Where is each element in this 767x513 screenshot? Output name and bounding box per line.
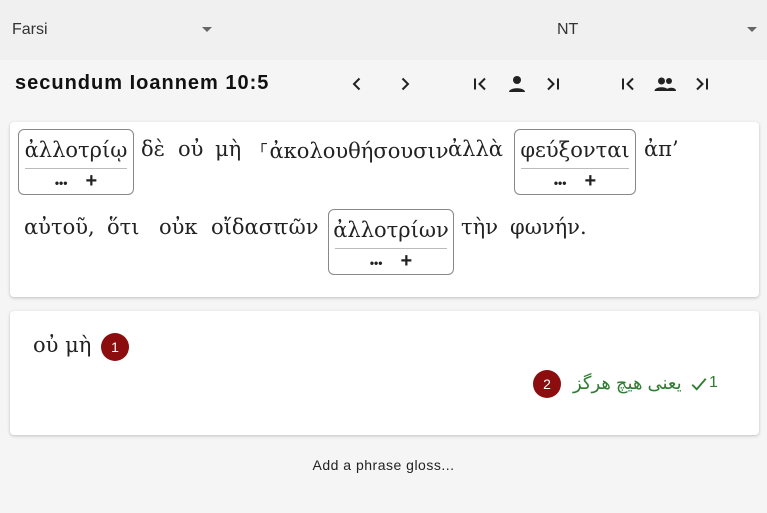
last-page-icon xyxy=(696,77,708,91)
first-page-icon xyxy=(622,77,634,91)
gloss-badge: 2 xyxy=(533,370,561,398)
check-icon xyxy=(691,378,707,391)
chevron-down-icon xyxy=(747,27,757,32)
word-box[interactable]: ἀλλοτρίων ••• + xyxy=(328,209,454,275)
last-page-icon xyxy=(547,77,559,91)
divider xyxy=(521,168,629,169)
word[interactable]: οὐ xyxy=(178,137,203,161)
word[interactable]: τῶν xyxy=(277,215,319,239)
language-select[interactable]: Farsi xyxy=(12,0,218,60)
divider xyxy=(25,168,127,169)
word[interactable]: τὴν xyxy=(461,215,498,239)
add-gloss-button[interactable]: + xyxy=(85,170,97,196)
single-user-button[interactable] xyxy=(505,72,529,96)
first-group-button[interactable] xyxy=(617,72,641,96)
next-verse-button[interactable] xyxy=(393,72,417,96)
person-icon xyxy=(509,76,525,92)
last-single-button[interactable] xyxy=(540,72,564,96)
language-select-value: Farsi xyxy=(12,21,48,38)
word-text: ἀλλοτρίῳ xyxy=(24,138,128,162)
word[interactable]: οἴδασι xyxy=(211,215,281,239)
divider xyxy=(335,248,447,249)
more-options-button[interactable]: ••• xyxy=(554,170,567,196)
word[interactable]: οὐκ xyxy=(159,215,198,239)
more-options-button[interactable]: ••• xyxy=(55,170,68,196)
navigation-row: secundum Ioannem 10:5 xyxy=(0,60,767,108)
chevron-down-icon xyxy=(202,27,212,32)
gloss-text[interactable]: یعنی هیچ هرگز xyxy=(573,373,682,394)
top-bar: Farsi NT xyxy=(0,0,767,60)
phrase-badge: 1 xyxy=(101,333,129,361)
corpus-select-value: NT xyxy=(557,21,579,38)
word-text: φεύξονται xyxy=(520,138,630,162)
word-box[interactable]: φεύξονται ••• + xyxy=(514,129,636,195)
first-single-button[interactable] xyxy=(469,72,493,96)
add-gloss-button[interactable]: + xyxy=(584,170,596,196)
word[interactable]: ⸀ἀκολουθήσουσιν xyxy=(259,137,448,165)
verse-reference: secundum Ioannem 10:5 xyxy=(15,72,270,94)
word[interactable]: ἀπ’ xyxy=(644,137,679,161)
gloss-vote-count: 1 xyxy=(709,374,718,391)
phrase-text[interactable]: οὐ μὴ xyxy=(33,333,91,357)
previous-verse-button[interactable] xyxy=(345,72,369,96)
word[interactable]: φωνήν. xyxy=(510,215,587,239)
add-phrase-gloss-link[interactable]: Add a phrase gloss... xyxy=(0,457,767,473)
corpus-select[interactable]: NT xyxy=(557,0,757,60)
last-group-button[interactable] xyxy=(689,72,713,96)
verse-card: ἀλλοτρίῳ ••• + δὲ οὐ μὴ ⸀ἀκολουθήσουσιν … xyxy=(10,122,759,297)
word[interactable]: ἀλλὰ xyxy=(448,137,503,161)
word-text: ἀλλοτρίων xyxy=(333,218,449,242)
more-options-button[interactable]: ••• xyxy=(370,250,383,276)
chevron-right-icon xyxy=(401,77,410,91)
chevron-left-icon xyxy=(352,77,361,91)
group-users-button[interactable] xyxy=(653,72,677,96)
word[interactable]: ὅτι xyxy=(107,215,140,239)
word[interactable]: μὴ xyxy=(215,137,241,161)
word-box[interactable]: ἀλλοτρίῳ ••• + xyxy=(18,129,134,195)
people-icon xyxy=(654,77,676,91)
phrase-gloss-card: οὐ μὴ 1 2 یعنی هیچ هرگز 1 xyxy=(10,311,759,435)
add-gloss-button[interactable]: + xyxy=(400,250,412,276)
first-page-icon xyxy=(474,77,486,91)
word[interactable]: αὐτοῦ, xyxy=(24,215,95,239)
word[interactable]: δὲ xyxy=(141,137,165,161)
